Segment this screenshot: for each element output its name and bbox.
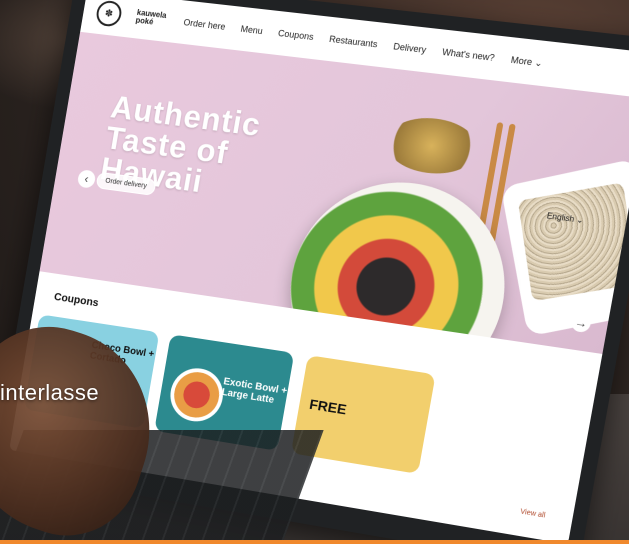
nav-item-whats-new[interactable]: What's new? xyxy=(441,47,495,63)
nav-spacer xyxy=(559,65,629,74)
nav-item-menu[interactable]: Menu xyxy=(240,24,264,36)
nav-item-more[interactable]: More ⌄ xyxy=(510,54,543,69)
nav-item-coupons[interactable]: Coupons xyxy=(277,28,314,42)
photo-scene: ✽ kauwela poké Order here Menu Coupons R… xyxy=(0,0,629,544)
chevron-left-icon[interactable]: ‹ xyxy=(76,169,97,189)
coupon-label: FREE xyxy=(308,395,348,418)
coupon-label: Exotic Bowl + Large Latte xyxy=(220,376,288,406)
view-all-link[interactable]: View all xyxy=(520,508,546,519)
brand-name: kauwela poké xyxy=(134,7,168,27)
coupons-heading: Coupons xyxy=(53,291,100,310)
sesame-rice-image xyxy=(517,182,629,302)
palm-logo-icon: ✽ xyxy=(94,0,124,28)
drink-glass-image xyxy=(381,113,483,179)
accent-bar xyxy=(0,540,629,544)
hero-title: Authentic Taste of Hawaii xyxy=(97,89,264,200)
overlay-caption: interlasse xyxy=(0,380,100,405)
nav-item-order-here[interactable]: Order here xyxy=(183,17,226,32)
nav-item-delivery[interactable]: Delivery xyxy=(393,41,427,55)
nav-item-restaurants[interactable]: Restaurants xyxy=(328,34,378,49)
bowl-image xyxy=(166,364,228,426)
